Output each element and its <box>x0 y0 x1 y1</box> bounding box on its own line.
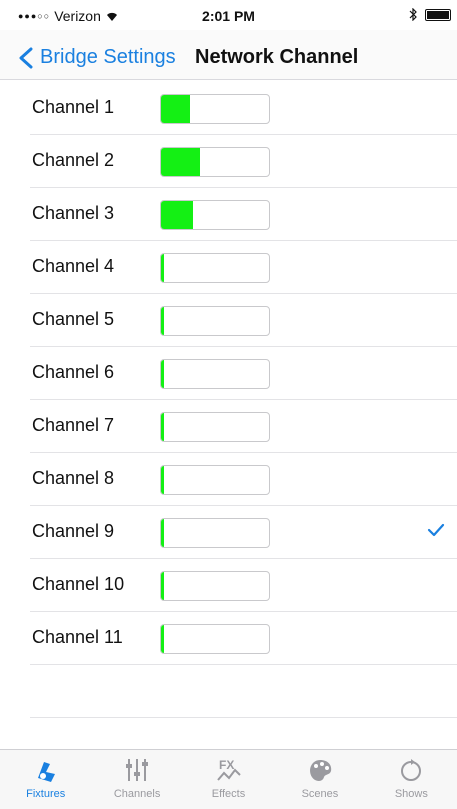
back-button-label: Bridge Settings <box>40 46 176 68</box>
signal-meter <box>160 465 270 495</box>
tab-shows[interactable]: Shows <box>366 750 457 809</box>
tab-bar: Fixtures Channels FX Effects Scenes Shows <box>0 749 457 809</box>
signal-meter <box>160 94 270 124</box>
tab-fixtures[interactable]: Fixtures <box>0 750 91 809</box>
chevron-left-icon <box>19 47 33 68</box>
signal-meter-fill <box>161 625 164 653</box>
channel-row[interactable]: Channel 8 <box>30 453 457 506</box>
tab-label: Channels <box>113 788 161 800</box>
channel-row[interactable]: Channel 5 <box>30 294 457 347</box>
signal-meter-fill <box>161 519 164 547</box>
tab-label: Fixtures <box>26 788 66 800</box>
bluetooth-icon <box>409 8 417 21</box>
channel-row[interactable]: Channel 3 <box>30 188 457 241</box>
tab-scenes[interactable]: Scenes <box>274 750 365 809</box>
signal-meter-fill <box>161 360 164 388</box>
channel-label: Channel 6 <box>32 362 115 382</box>
status-right <box>409 8 451 21</box>
channel-label: Channel 9 <box>32 521 115 541</box>
signal-meter <box>160 571 270 601</box>
tab-channels[interactable]: Channels <box>91 750 182 809</box>
signal-meter-fill <box>161 148 200 176</box>
checkmark-icon <box>427 523 445 537</box>
signal-meter <box>160 147 270 177</box>
signal-meter-fill <box>161 466 164 494</box>
channel-row[interactable]: Channel 4 <box>30 241 457 294</box>
list-spacer <box>30 665 457 718</box>
signal-meter-fill <box>161 572 164 600</box>
signal-meter-fill <box>161 307 164 335</box>
channels-icon <box>126 759 149 781</box>
channel-label: Channel 1 <box>32 97 115 117</box>
signal-meter <box>160 412 270 442</box>
channel-label: Channel 2 <box>32 150 115 170</box>
channel-label: Channel 7 <box>32 415 115 435</box>
status-time: 2:01 PM <box>202 8 255 24</box>
signal-meter <box>160 518 270 548</box>
signal-meter <box>160 253 270 283</box>
signal-meter-fill <box>161 254 164 282</box>
fixtures-icon <box>37 762 55 782</box>
channel-row[interactable]: Channel 1 <box>30 82 457 135</box>
channel-row[interactable]: Channel 7 <box>30 400 457 453</box>
navigation-bar: Bridge Settings Network Channel <box>0 30 457 80</box>
signal-meter-fill <box>161 95 190 123</box>
status-bar: ●●●○○ Verizon 2:01 PM <box>0 0 457 30</box>
channel-label: Channel 5 <box>32 309 115 329</box>
channel-row[interactable]: Channel 11 <box>30 612 457 665</box>
shows-icon <box>401 759 422 781</box>
tab-label: Scenes <box>301 788 339 800</box>
channel-row[interactable]: Channel 6 <box>30 347 457 400</box>
channel-label: Channel 4 <box>32 256 115 276</box>
signal-meter <box>160 624 270 654</box>
channel-list: Channel 1 Channel 2 Channel 3 Channel 4 Chan… <box>0 82 457 718</box>
channel-row[interactable]: Channel 9 <box>30 506 457 559</box>
channel-label: Channel 11 <box>32 627 123 647</box>
page-title: Network Channel <box>195 46 359 68</box>
channel-label: Channel 3 <box>32 203 115 223</box>
scenes-icon <box>309 760 332 781</box>
battery-icon <box>425 8 451 21</box>
channel-row[interactable]: Channel 10 <box>30 559 457 612</box>
tab-label: Effects <box>211 788 246 800</box>
signal-meter-fill <box>161 413 164 441</box>
signal-meter <box>160 200 270 230</box>
back-button[interactable]: Bridge Settings <box>18 46 176 69</box>
tab-effects[interactable]: FX Effects <box>183 750 274 809</box>
channel-label: Channel 8 <box>32 468 115 488</box>
signal-meter <box>160 359 270 389</box>
svg-text:FX: FX <box>219 758 234 772</box>
channel-label: Channel 10 <box>32 574 125 594</box>
effects-icon: FX <box>216 758 241 781</box>
tab-label: Shows <box>394 788 428 800</box>
signal-meter <box>160 306 270 336</box>
channel-row[interactable]: Channel 2 <box>30 135 457 188</box>
signal-meter-fill <box>161 201 193 229</box>
